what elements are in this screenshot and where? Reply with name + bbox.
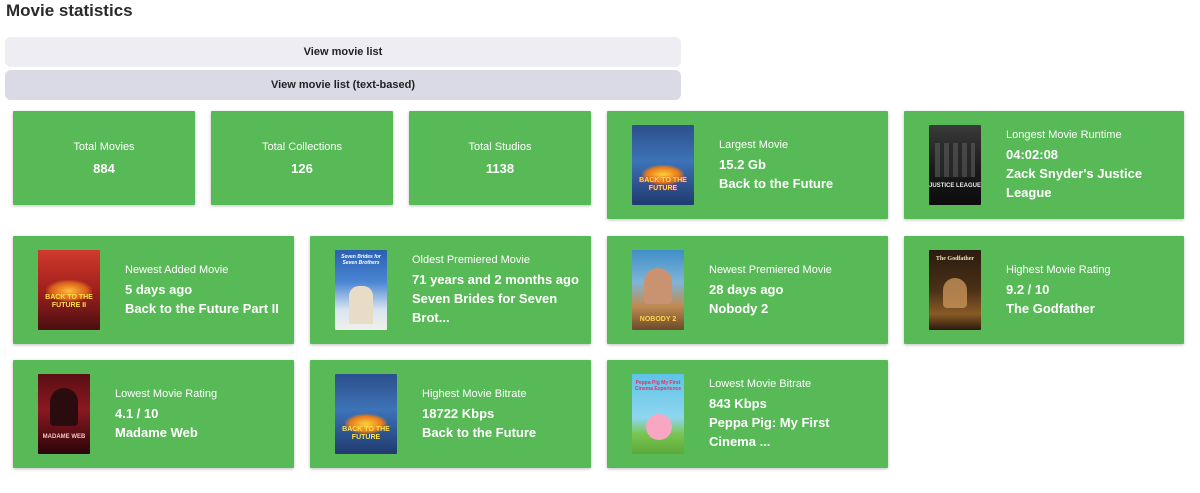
card-movie-title: Zack Snyder's Justice League bbox=[1006, 166, 1143, 200]
card-movie-title: Nobody 2 bbox=[709, 300, 769, 316]
poster-title-text: The Godfather bbox=[935, 256, 975, 262]
card-label: Longest Movie Runtime bbox=[1006, 129, 1122, 141]
card-value: 884 bbox=[93, 160, 115, 176]
newest-premiered-movie-card[interactable]: NOBODY 2 Newest Premiered Movie 28 days … bbox=[607, 236, 888, 344]
poster-title-text: MADAME WEB bbox=[42, 434, 86, 440]
view-movie-list-button[interactable]: View movie list bbox=[5, 37, 681, 67]
movie-poster: Seven Brides for Seven Brothers bbox=[335, 250, 387, 330]
longest-runtime-card[interactable]: JUSTICE LEAGUE Longest Movie Runtime 04:… bbox=[904, 111, 1184, 219]
card-movie-title: Madame Web bbox=[115, 424, 198, 440]
poster-title-text: NOBODY 2 bbox=[639, 316, 677, 323]
card-label: Highest Movie Rating bbox=[1006, 263, 1111, 276]
card-value: 18722 Kbps bbox=[422, 405, 495, 421]
card-movie-title: Peppa Pig: My First Cinema ... bbox=[709, 415, 830, 449]
movie-poster: BACK TO THE FUTURE bbox=[335, 374, 397, 454]
card-label: Total Movies bbox=[73, 140, 135, 153]
card-label: Newest Added Movie bbox=[125, 263, 229, 276]
card-label: Oldest Premiered Movie bbox=[412, 254, 530, 266]
card-movie-title: Back to the Future Part II bbox=[125, 300, 279, 316]
newest-added-movie-card[interactable]: BACK TO THE FUTURE II Newest Added Movie… bbox=[13, 236, 294, 344]
page-title: Movie statistics bbox=[6, 1, 133, 20]
lowest-bitrate-card[interactable]: Peppa Pig My First Cinema Experience Low… bbox=[607, 360, 888, 468]
movie-poster: NOBODY 2 bbox=[632, 250, 684, 330]
movie-poster: BACK TO THE FUTURE II bbox=[38, 250, 100, 330]
largest-movie-card[interactable]: BACK TO THE FUTURE Largest Movie 15.2 Gb… bbox=[607, 111, 888, 219]
card-movie-title: Back to the Future bbox=[422, 424, 537, 440]
highest-rating-card[interactable]: The Godfather Highest Movie Rating 9.2 /… bbox=[904, 236, 1184, 344]
poster-title-text: Seven Brides for Seven Brothers bbox=[341, 254, 381, 266]
card-movie-title: Back to the Future bbox=[719, 175, 834, 191]
card-value: 15.2 Gb bbox=[719, 156, 766, 172]
movie-poster: Peppa Pig My First Cinema Experience bbox=[632, 374, 684, 454]
poster-title-text: JUSTICE LEAGUE bbox=[929, 183, 981, 189]
movie-poster: MADAME WEB bbox=[38, 374, 90, 454]
card-value: 126 bbox=[291, 160, 313, 176]
card-label: Highest Movie Bitrate bbox=[422, 387, 527, 400]
highest-bitrate-card[interactable]: BACK TO THE FUTURE Highest Movie Bitrate… bbox=[310, 360, 591, 468]
card-label: Largest Movie bbox=[719, 138, 789, 151]
total-studios-card[interactable]: Total Studios 1138 bbox=[409, 111, 591, 205]
poster-title-text: BACK TO THE FUTURE bbox=[342, 426, 390, 441]
card-value: 5 days ago bbox=[125, 281, 193, 297]
card-value: 1138 bbox=[485, 160, 515, 176]
card-value: 4.1 / 10 bbox=[115, 405, 159, 421]
movie-poster: BACK TO THE FUTURE bbox=[632, 125, 694, 205]
card-label: Newest Premiered Movie bbox=[709, 263, 832, 276]
card-movie-title: The Godfather bbox=[1006, 300, 1095, 316]
card-movie-title: Seven Brides for Seven Brot... bbox=[412, 291, 558, 325]
movie-poster: The Godfather bbox=[929, 250, 981, 330]
card-value: 71 years and 2 months ago bbox=[412, 272, 579, 287]
lowest-rating-card[interactable]: MADAME WEB Lowest Movie Rating 4.1 / 10 … bbox=[13, 360, 294, 468]
view-movie-list-text-button[interactable]: View movie list (text-based) bbox=[5, 70, 681, 100]
card-label: Lowest Movie Bitrate bbox=[709, 378, 812, 390]
poster-title-text: BACK TO THE FUTURE bbox=[639, 177, 687, 192]
card-value: 843 Kbps bbox=[709, 396, 767, 411]
poster-title-text: Peppa Pig My First Cinema Experience bbox=[634, 380, 682, 392]
card-value: 04:02:08 bbox=[1006, 147, 1059, 162]
card-value: 9.2 / 10 bbox=[1006, 281, 1050, 297]
movie-poster: JUSTICE LEAGUE bbox=[929, 125, 981, 205]
total-movies-card[interactable]: Total Movies 884 bbox=[13, 111, 195, 205]
card-value: 28 days ago bbox=[709, 281, 784, 297]
oldest-premiered-movie-card[interactable]: Seven Brides for Seven Brothers Oldest P… bbox=[310, 236, 591, 344]
card-label: Total Collections bbox=[261, 140, 343, 153]
card-label: Lowest Movie Rating bbox=[115, 387, 218, 400]
total-collections-card[interactable]: Total Collections 126 bbox=[211, 111, 393, 205]
poster-title-text: BACK TO THE FUTURE II bbox=[45, 294, 93, 309]
card-label: Total Studios bbox=[468, 140, 532, 153]
